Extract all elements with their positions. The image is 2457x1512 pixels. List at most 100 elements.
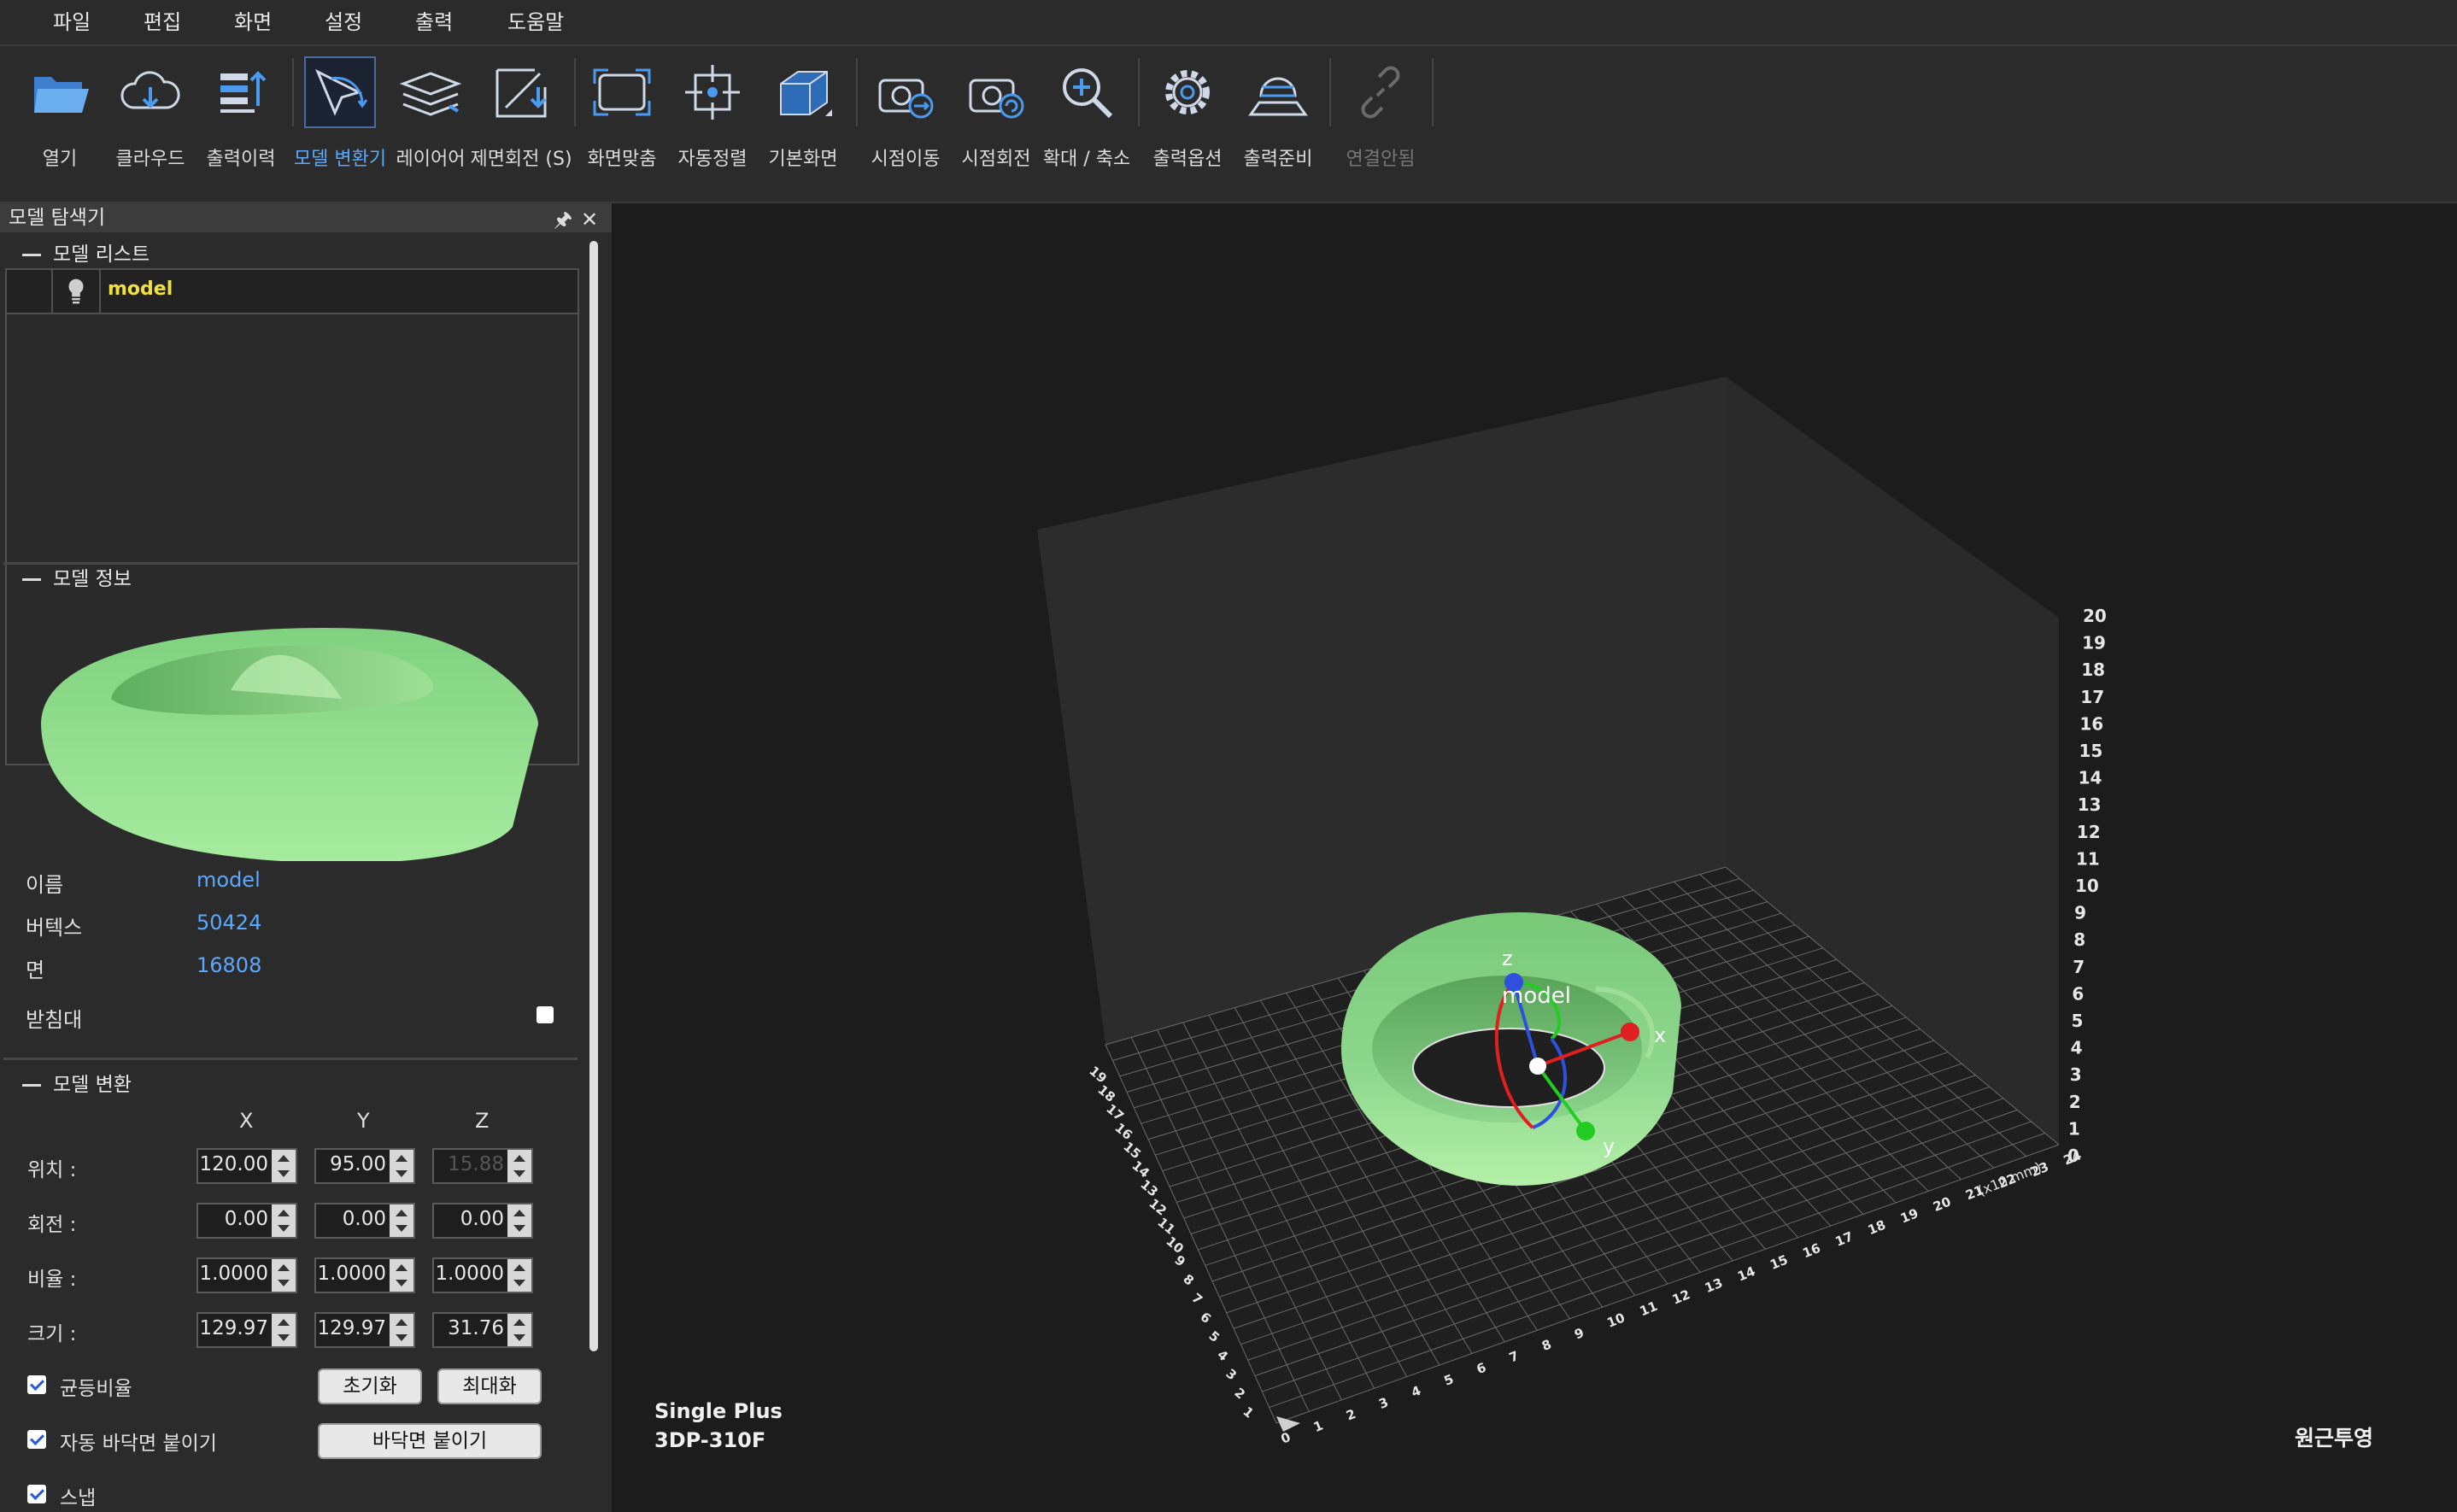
floor-attach-button[interactable]: 바닥면 붙이기	[318, 1423, 542, 1459]
support-label: 받침대	[26, 1008, 83, 1032]
z-tick-label: 13	[2078, 794, 2102, 815]
auto-floor-label: 자동 바닥면 붙이기	[60, 1433, 217, 1455]
menu-edit[interactable]: 편집	[144, 5, 181, 35]
model-list-heading[interactable]: 모델 리스트	[22, 237, 150, 267]
x-tick-label: 10	[1604, 1310, 1627, 1331]
3d-viewport[interactable]: 0 1 2 3 4 5 6 7 8 9 10 11 12 13 14 15 16 17 18 19 20 21 22 23 24…	[613, 203, 2457, 1512]
projection-mode-toggle[interactable]: 원근투영	[2295, 1421, 2373, 1452]
name-value: model	[196, 868, 261, 892]
z-tick-label: 1	[2068, 1118, 2080, 1139]
x-tick-label: 6	[1475, 1360, 1488, 1378]
spin-arrows-icon[interactable]	[272, 1314, 296, 1346]
panel-scrollbar[interactable]	[584, 236, 601, 1512]
print-history-icon	[220, 71, 267, 113]
spin-arrows-icon[interactable]	[507, 1259, 531, 1292]
open-button[interactable]: 열기	[17, 53, 103, 198]
model-name[interactable]: model	[108, 278, 173, 300]
gizmo-x-handle[interactable]	[1621, 1023, 1639, 1041]
x-tick-label: 5	[1442, 1371, 1456, 1389]
auto-floor-checkbox[interactable]	[27, 1430, 46, 1449]
uniform-scale-checkbox[interactable]	[27, 1375, 46, 1394]
y-tick-label: 6	[1197, 1309, 1214, 1326]
position-x-field[interactable]: 120.00	[196, 1148, 297, 1184]
menu-print[interactable]: 출력	[415, 5, 453, 35]
layers-button[interactable]: 레이어어	[388, 53, 473, 198]
cloud-button[interactable]: 클라우드	[108, 53, 193, 198]
model-info-heading[interactable]: 모델 정보	[22, 562, 132, 591]
print-options-button[interactable]: 출력옵션	[1145, 53, 1230, 198]
support-checkbox[interactable]	[537, 1006, 554, 1023]
x-tick-label: 2	[1344, 1406, 1358, 1424]
z-tick-label: 19	[2082, 633, 2106, 653]
menu-settings[interactable]: 설정	[325, 5, 362, 35]
scale-y-field[interactable]: 1.0000	[314, 1257, 415, 1293]
model-transform-icon	[304, 56, 376, 128]
spin-arrows-icon[interactable]	[390, 1314, 413, 1346]
face-rotate-button[interactable]: 제면회전 (S)	[470, 53, 572, 198]
rotation-x-field[interactable]: 0.00	[196, 1203, 297, 1239]
model-label: model	[1502, 983, 1571, 1009]
z-tick-label: 17	[2080, 687, 2104, 707]
spin-arrows-icon[interactable]	[272, 1259, 296, 1292]
menu-view[interactable]: 화면	[234, 5, 272, 35]
pin-icon[interactable]: 🖈	[554, 205, 572, 234]
model-transform-heading[interactable]: 모델 변환	[22, 1068, 132, 1097]
z-tick-label: 2	[2069, 1092, 2081, 1112]
position-z-field: 15.88	[432, 1148, 533, 1184]
reset-button[interactable]: 초기화	[318, 1368, 422, 1404]
z-tick-label: 0	[2067, 1146, 2079, 1166]
z-tick-label: 14	[2079, 768, 2102, 788]
z-tick-label: 5	[2072, 1011, 2084, 1031]
axis-x-header: X	[239, 1109, 254, 1133]
view-pan-button[interactable]: 시점이동	[863, 53, 948, 198]
connection-button[interactable]: 연결안됨	[1338, 53, 1423, 198]
menu-file[interactable]: 파일	[53, 5, 91, 35]
scale-z-field[interactable]: 1.0000	[432, 1257, 533, 1293]
gizmo-z-label: z	[1502, 946, 1513, 970]
folder-open-icon	[34, 77, 89, 113]
menu-bar: 파일 편집 화면 설정 출력 도움말	[0, 0, 2457, 46]
zoom-button[interactable]: 확대 / 축소	[1043, 53, 1130, 198]
spin-arrows-icon[interactable]	[507, 1204, 531, 1237]
fit-screen-button[interactable]: 화면맞춤	[579, 53, 665, 198]
build-volume[interactable]: 0123456789101112131415161718192021222324…	[613, 203, 2457, 1512]
x-tick-label: 0	[1279, 1429, 1293, 1447]
spin-arrows-icon[interactable]	[390, 1204, 413, 1237]
rotation-label: 회전 :	[27, 1214, 77, 1236]
y-tick-label: 9	[1171, 1252, 1188, 1269]
spin-arrows-icon[interactable]	[507, 1314, 531, 1346]
gizmo-y-label: y	[1603, 1134, 1615, 1158]
snap-checkbox[interactable]	[27, 1485, 46, 1503]
print-history-button[interactable]: 출력이력	[198, 53, 284, 198]
scrollbar-thumb[interactable]	[589, 241, 598, 1351]
close-icon[interactable]: ✕	[581, 205, 598, 234]
name-label: 이름	[26, 873, 64, 897]
collapse-icon	[22, 578, 41, 581]
position-y-field[interactable]: 95.00	[314, 1148, 415, 1184]
size-z-field[interactable]: 31.76	[432, 1312, 533, 1348]
lightbulb-icon[interactable]	[66, 278, 86, 305]
spin-arrows-icon[interactable]	[272, 1204, 296, 1237]
spin-arrows-icon[interactable]	[272, 1150, 296, 1182]
default-view-button[interactable]: 기본화면	[760, 53, 846, 198]
size-x-field[interactable]: 129.97	[196, 1312, 297, 1348]
print-prepare-button[interactable]: 출력준비	[1235, 53, 1321, 198]
spin-arrows-icon[interactable]	[390, 1150, 413, 1182]
menu-help[interactable]: 도움말	[507, 5, 564, 35]
visibility-cell[interactable]	[53, 270, 101, 313]
rotation-z-field[interactable]: 0.00	[432, 1203, 533, 1239]
list-item[interactable]: model	[7, 270, 578, 314]
spin-arrows-icon[interactable]	[390, 1259, 413, 1292]
maximize-button[interactable]: 최대화	[437, 1368, 542, 1404]
row-select-cell[interactable]	[7, 270, 53, 313]
size-y-field[interactable]: 129.97	[314, 1312, 415, 1348]
gizmo-y-handle[interactable]	[1576, 1122, 1595, 1140]
z-tick-label: 11	[2076, 848, 2100, 869]
model-transform-button[interactable]: 모델 변환기	[294, 53, 386, 198]
rotation-y-field[interactable]: 0.00	[314, 1203, 415, 1239]
gizmo-center-handle[interactable]	[1529, 1058, 1546, 1075]
auto-align-button[interactable]: 자동정렬	[670, 53, 755, 198]
x-tick-label: 19	[1898, 1205, 1920, 1227]
scale-x-field[interactable]: 1.0000	[196, 1257, 297, 1293]
view-rotate-button[interactable]: 시점회전	[953, 53, 1039, 198]
